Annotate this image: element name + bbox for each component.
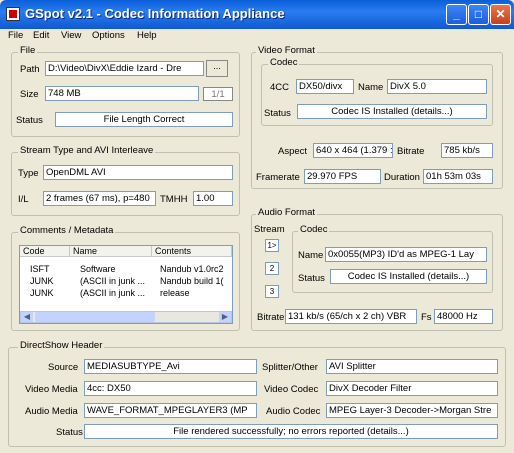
type-field: OpenDML AVI: [43, 165, 233, 180]
audio-format-group-title: Audio Format: [256, 207, 318, 218]
framerate-field: 29.970 FPS: [304, 169, 381, 184]
framerate-label: Framerate: [256, 172, 300, 183]
list-item-name[interactable]: (ASCII in junk ...: [80, 276, 150, 287]
video-media-field: 4cc: DX50: [84, 381, 257, 396]
file-status-field: File Length Correct: [55, 112, 233, 127]
list-item-name[interactable]: (ASCII in junk ...: [80, 288, 150, 299]
fs-field: 48000 Hz: [434, 309, 493, 324]
column-header-contents[interactable]: Contents: [152, 246, 232, 257]
list-item-code[interactable]: JUNK: [30, 288, 68, 299]
directshow-group-title: DirectShow Header: [18, 340, 105, 351]
video-bitrate-label: Bitrate: [397, 146, 425, 157]
video-codec-field: DivX Decoder Filter: [326, 381, 498, 396]
video-name-field: DivX 5.0: [387, 79, 487, 94]
scroll-right-icon[interactable]: ▶: [219, 312, 231, 322]
aspect-label: Aspect: [278, 146, 308, 157]
fs-label: Fs: [421, 312, 432, 323]
audio-bitrate-field: 131 kb/s (65/ch x 2 ch) VBR: [285, 309, 417, 324]
audio-media-field: WAVE_FORMAT_MPEGLAYER3 (MP: [84, 403, 257, 418]
audio-bitrate-label: Bitrate: [257, 312, 285, 323]
file-group-title: File: [18, 45, 38, 56]
path-label: Path: [20, 64, 40, 75]
list-item-code[interactable]: ISFT: [30, 264, 68, 275]
type-label: Type: [18, 168, 39, 179]
metadata-list[interactable]: Code Name Contents ISFT Software Nandub …: [19, 245, 233, 324]
video-codec-group-title: Codec: [268, 57, 300, 68]
stream-3-button[interactable]: 3: [265, 285, 279, 298]
stream-label: Stream: [254, 224, 285, 235]
source-label: Source: [48, 362, 79, 373]
menu-view[interactable]: View: [61, 30, 81, 41]
stream-type-group-title: Stream Type and AVI Interleave: [18, 145, 156, 156]
minimize-button[interactable]: _: [446, 4, 467, 25]
directshow-status-label: Status: [56, 427, 83, 438]
video-name-label: Name: [358, 82, 384, 93]
tmhh-field: 1.00: [193, 191, 233, 206]
audio-codec-field: MPEG Layer-3 Decoder->Morgan Stre: [326, 403, 498, 418]
column-header-code[interactable]: Code: [20, 246, 70, 257]
horizontal-scrollbar[interactable]: ◀ ▶: [20, 311, 232, 323]
fourcc-label: 4CC: [270, 82, 290, 93]
size-field: 748 MB: [45, 86, 199, 101]
app-icon[interactable]: [6, 7, 20, 21]
list-item-contents[interactable]: release: [160, 288, 232, 299]
splitter-label: Splitter/Other: [262, 362, 318, 373]
browse-button[interactable]: ...: [206, 60, 228, 77]
stream-type-group: [11, 152, 240, 216]
list-item-contents[interactable]: Nandub build 1(: [160, 276, 232, 287]
close-button[interactable]: ✕: [490, 4, 511, 25]
splitter-field: AVI Splitter: [326, 359, 498, 374]
il-field: 2 frames (67 ms), p=480: [43, 191, 156, 206]
audio-codec-status-button[interactable]: Codec IS Installed (details...): [330, 269, 487, 284]
title-bar[interactable]: GSpot v2.1 - Codec Information Appliance…: [0, 0, 514, 29]
list-item-code[interactable]: JUNK: [30, 276, 68, 287]
il-label: I/L: [18, 194, 29, 205]
tmhh-label: TMHH: [160, 194, 188, 205]
directshow-status-button[interactable]: File rendered successfully; no errors re…: [84, 424, 498, 439]
audio-status-label: Status: [298, 273, 325, 284]
audio-name-label: Name: [298, 250, 324, 261]
aspect-field: 640 x 464 (1.379 :: [313, 143, 393, 158]
duration-field: 01h 53m 03s: [423, 169, 493, 184]
audio-codec-label: Audio Codec: [266, 406, 321, 417]
video-bitrate-field: 785 kb/s: [441, 143, 493, 158]
audio-name-field: 0x0055(MP3) ID'd as MPEG-1 Lay: [325, 247, 487, 262]
stream-1-button[interactable]: 1>: [265, 239, 279, 252]
audio-codec-group-title: Codec: [298, 224, 330, 235]
video-codec-status-button[interactable]: Codec IS Installed (details...): [297, 104, 487, 119]
source-field: MEDIASUBTYPE_Avi: [84, 359, 257, 374]
menu-options[interactable]: Options: [92, 30, 125, 41]
audio-media-label: Audio Media: [25, 406, 78, 417]
video-codec-label: Video Codec: [264, 384, 319, 395]
column-header-name[interactable]: Name: [70, 246, 152, 257]
menu-help[interactable]: Help: [137, 30, 157, 41]
video-media-label: Video Media: [25, 384, 78, 395]
menu-file[interactable]: File: [8, 30, 23, 41]
size-label: Size: [20, 89, 39, 100]
maximize-button[interactable]: □: [468, 4, 489, 25]
menu-edit[interactable]: Edit: [33, 30, 49, 41]
file-status-label: Status: [16, 115, 43, 126]
window-title: GSpot v2.1 - Codec Information Appliance: [25, 6, 285, 21]
list-item-name[interactable]: Software: [80, 264, 150, 275]
scroll-left-icon[interactable]: ◀: [21, 312, 33, 322]
video-format-group-title: Video Format: [256, 45, 317, 56]
scroll-thumb[interactable]: [35, 312, 155, 322]
duration-label: Duration: [384, 172, 420, 183]
stream-2-button[interactable]: 2: [265, 262, 279, 275]
path-field[interactable]: D:\Video\DivX\Eddie Izard - Dre: [45, 61, 204, 76]
comments-group-title: Comments / Metadata: [18, 225, 116, 236]
page-counter: 1/1: [203, 87, 233, 101]
fourcc-field: DX50/divx: [296, 79, 354, 94]
list-item-contents[interactable]: Nandub v1.0rc2: [160, 264, 232, 275]
video-status-label: Status: [264, 108, 291, 119]
menu-bar: File Edit View Options Help: [0, 29, 514, 43]
